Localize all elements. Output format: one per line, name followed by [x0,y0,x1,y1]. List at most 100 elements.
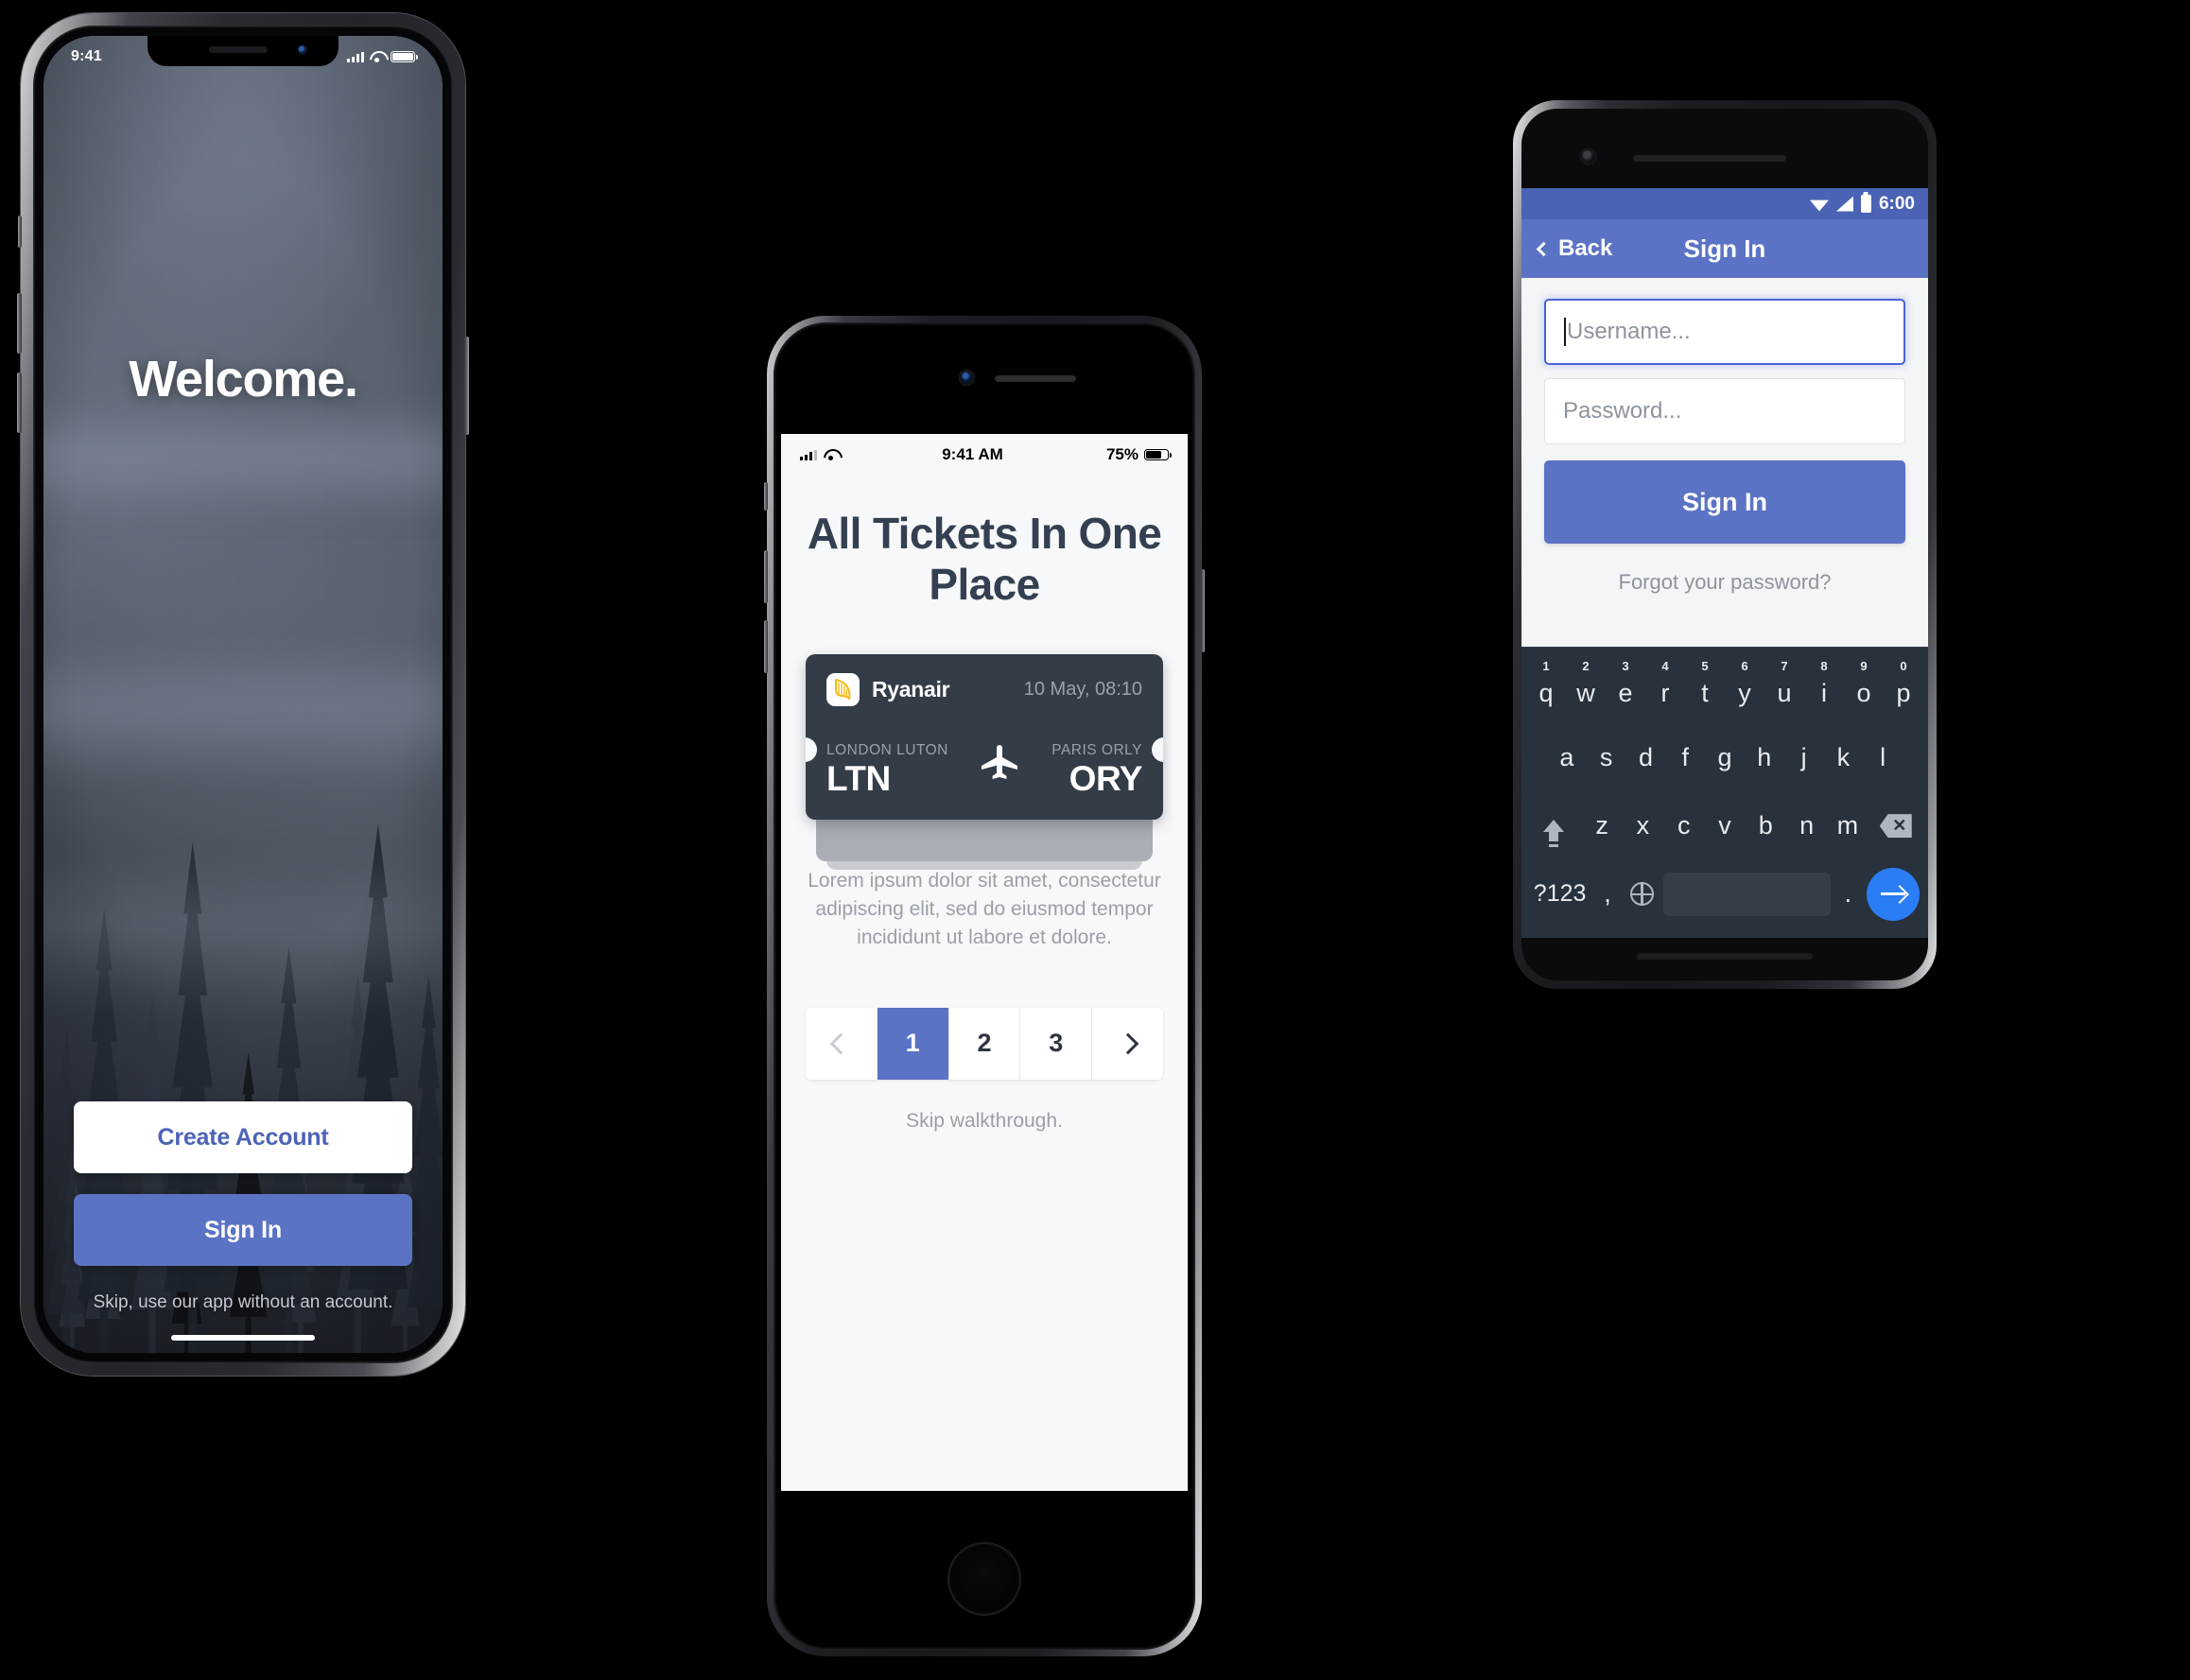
wifi-icon [370,51,385,62]
power-button[interactable] [464,337,469,435]
ios-status-bar: 9:41 AM 75% [781,434,1188,476]
status-time: 9:41 [71,48,102,64]
enter-arrow-icon [1866,867,1920,921]
cellular-bars-icon [347,51,364,62]
welcome-content: Welcome. Create Account Sign In Skip, us… [43,36,443,1353]
destination-city: PARIS ORLY [1052,742,1142,759]
pagination-page-1[interactable]: 1 [877,1007,949,1080]
symbols-key[interactable]: ?123 [1530,860,1590,928]
destination-leg: PARIS ORLY ORY [1052,742,1142,798]
ticket-card[interactable]: Ryanair 10 May, 08:10 LONDON LUTON LTN P… [806,653,1163,820]
airline-info: Ryanair [826,672,950,706]
back-button[interactable]: Back [1536,235,1612,262]
key-q[interactable]: 1q [1526,655,1566,723]
cellular-bars-icon [800,449,817,460]
pagination-page-2[interactable]: 2 [948,1007,1021,1080]
keyboard-row-3: z x c v b n m ✕ [1526,792,1923,860]
device-iphone-x: 9:41 Welcome. Create Account Sign In Ski… [17,13,469,1376]
android-keyboard: 1q 2w 3e 4r 5t 6y 7u 8i 9o 0p a s d f g … [1521,647,1928,938]
pagination: 1 2 3 [806,1007,1163,1080]
username-input[interactable]: Username... [1544,299,1905,365]
key-u[interactable]: 7u [1764,655,1804,723]
skip-walkthrough-link[interactable]: Skip walkthrough. [781,1110,1188,1133]
key-g[interactable]: g [1705,723,1745,791]
key-w[interactable]: 2w [1566,655,1606,723]
key-k[interactable]: k [1823,723,1863,791]
shift-icon [1543,820,1565,848]
key-x[interactable]: x [1623,792,1663,860]
key-f[interactable]: f [1665,723,1705,791]
key-d[interactable]: d [1626,723,1666,791]
key-s[interactable]: s [1587,723,1626,791]
language-key[interactable] [1625,860,1660,928]
earpiece-speaker [995,375,1077,382]
ticket-stack: Ryanair 10 May, 08:10 LONDON LUTON LTN P… [806,653,1163,870]
sign-in-screen: 6:00 Back Sign In Username... Password..… [1521,188,1928,938]
app-bar: Back Sign In [1521,219,1928,278]
enter-key[interactable] [1866,860,1920,928]
android-bezel: 6:00 Back Sign In Username... Password..… [1521,109,1928,980]
key-l[interactable]: l [1863,723,1903,791]
pagination-page-3[interactable]: 3 [1020,1007,1093,1080]
key-m[interactable]: m [1827,792,1868,860]
key-z[interactable]: z [1581,792,1622,860]
device-android-phone: 6:00 Back Sign In Username... Password..… [1513,100,1937,989]
volume-down-button[interactable] [17,372,22,433]
airplane-icon [978,742,1023,792]
volume-up-button[interactable] [17,293,22,354]
comma-key[interactable]: , [1593,860,1622,928]
key-e[interactable]: 3e [1606,655,1645,723]
key-p[interactable]: 0p [1884,655,1923,723]
volume-up-button[interactable] [764,550,768,603]
create-account-button[interactable]: Create Account [74,1101,412,1173]
walkthrough-screen: 9:41 AM 75% All Tickets In One Place Rya… [781,434,1188,1491]
chevron-left-icon [1536,241,1552,256]
destination-code: ORY [1069,759,1143,799]
key-r[interactable]: 4r [1645,655,1685,723]
key-a[interactable]: a [1547,723,1587,791]
key-j[interactable]: j [1784,723,1824,791]
key-c[interactable]: c [1663,792,1704,860]
keyboard-row-2: a s d f g h j k l [1526,723,1923,791]
sign-in-submit-button[interactable]: Sign In [1544,460,1905,544]
key-i[interactable]: 8i [1804,655,1844,723]
airline-name: Ryanair [872,676,950,701]
period-key[interactable]: . [1834,860,1863,928]
page-title: All Tickets In One Place [807,509,1162,610]
password-input[interactable]: Password... [1544,378,1905,444]
key-v[interactable]: v [1704,792,1745,860]
device-iphone-8: 9:41 AM 75% All Tickets In One Place Rya… [764,316,1205,1656]
pagination-next-button[interactable] [1092,1007,1163,1080]
backspace-key[interactable]: ✕ [1868,792,1923,860]
key-b[interactable]: b [1746,792,1786,860]
battery-percent: 75% [1105,445,1138,463]
keyboard-row-4: ?123 , . [1526,860,1923,928]
mute-switch[interactable] [18,216,22,248]
iphone-8-bezel: 9:41 AM 75% All Tickets In One Place Rya… [773,322,1195,1650]
home-button[interactable] [947,1542,1021,1616]
signal-triangle-icon [1835,196,1853,212]
status-time: 6:00 [1878,193,1915,214]
skip-account-link[interactable]: Skip, use our app without an account. [74,1292,412,1313]
ticket-route: LONDON LUTON LTN PARIS ORLY ORY [826,742,1142,799]
keyboard-row-1: 1q 2w 3e 4r 5t 6y 7u 8i 9o 0p [1526,655,1923,723]
key-o[interactable]: 9o [1844,655,1884,723]
key-n[interactable]: n [1786,792,1827,860]
pagination-prev-button[interactable] [806,1007,878,1080]
key-y[interactable]: 6y [1725,655,1764,723]
key-h[interactable]: h [1745,723,1784,791]
space-key[interactable] [1662,860,1831,928]
chevron-left-icon [830,1032,852,1055]
ryanair-harp-icon [826,672,860,706]
home-indicator[interactable] [171,1335,315,1341]
sign-in-button[interactable]: Sign In [74,1194,412,1266]
key-t[interactable]: 5t [1685,655,1725,723]
forgot-password-link[interactable]: Forgot your password? [1544,570,1905,595]
volume-down-button[interactable] [764,620,768,673]
mute-switch[interactable] [764,482,768,511]
shift-key[interactable] [1526,792,1581,860]
username-placeholder: Username... [1567,319,1691,344]
wifi-icon [1809,199,1829,212]
battery-icon [391,50,418,63]
power-button[interactable] [1201,569,1205,652]
